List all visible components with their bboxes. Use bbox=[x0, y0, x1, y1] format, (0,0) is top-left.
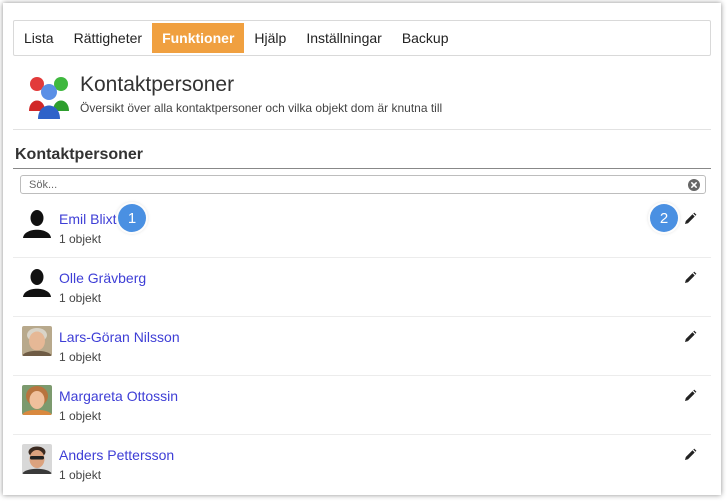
page-title: Kontaktpersoner bbox=[80, 73, 235, 96]
search-box bbox=[20, 175, 706, 194]
photo-avatar-icon bbox=[22, 326, 52, 356]
nav-item-hjalp[interactable]: Hjälp bbox=[244, 21, 296, 55]
list-item: Margareta Ottossin 1 objekt bbox=[13, 376, 711, 435]
people-group-icon bbox=[29, 77, 69, 119]
contact-name-link[interactable]: Emil Blixt bbox=[59, 211, 117, 227]
contact-name-link[interactable]: Olle Grävberg bbox=[59, 270, 146, 286]
pencil-icon[interactable] bbox=[683, 448, 697, 462]
app-window: Lista Rättigheter Funktioner Hjälp Instä… bbox=[3, 3, 721, 495]
nav-item-funktioner[interactable]: Funktioner bbox=[152, 23, 245, 53]
object-count: 1 objekt bbox=[59, 409, 102, 423]
contact-name-link[interactable]: Margareta Ottossin bbox=[59, 388, 178, 404]
page-subtitle: Översikt över alla kontaktpersoner och v… bbox=[80, 101, 443, 115]
photo-avatar-icon bbox=[22, 444, 52, 474]
nav-item-rattigheter[interactable]: Rättigheter bbox=[64, 21, 152, 55]
list-item: Emil Blixt 1 objekt bbox=[13, 199, 711, 258]
object-count: 1 objekt bbox=[59, 350, 102, 364]
silhouette-avatar-icon bbox=[23, 269, 51, 297]
clear-icon[interactable] bbox=[688, 178, 700, 191]
pencil-icon[interactable] bbox=[683, 212, 697, 226]
top-nav: Lista Rättigheter Funktioner Hjälp Instä… bbox=[13, 20, 711, 56]
list-item: Lars-Göran Nilsson 1 objekt bbox=[13, 317, 711, 376]
nav-item-installningar[interactable]: Inställningar bbox=[296, 21, 392, 55]
list-item: Anders Pettersson 1 objekt bbox=[13, 435, 711, 493]
nav-item-backup[interactable]: Backup bbox=[392, 21, 459, 55]
search-input[interactable] bbox=[21, 177, 688, 192]
contact-name-link[interactable]: Lars-Göran Nilsson bbox=[59, 329, 180, 345]
pencil-icon[interactable] bbox=[683, 330, 697, 344]
nav-item-lista[interactable]: Lista bbox=[14, 21, 64, 55]
pencil-icon[interactable] bbox=[683, 271, 697, 285]
section-title: Kontaktpersoner bbox=[15, 146, 144, 163]
object-count: 1 objekt bbox=[59, 468, 102, 482]
callout-badge: 2 bbox=[650, 204, 678, 232]
silhouette-avatar-icon bbox=[23, 210, 51, 238]
pencil-icon[interactable] bbox=[683, 389, 697, 403]
contact-name-link[interactable]: Anders Pettersson bbox=[59, 447, 174, 463]
callout-badge: 1 bbox=[118, 204, 146, 232]
object-count: 1 objekt bbox=[59, 291, 102, 305]
contact-list: Emil Blixt 1 objekt Olle Grävberg 1 obje… bbox=[13, 199, 711, 493]
photo-avatar-icon bbox=[22, 385, 52, 415]
object-count: 1 objekt bbox=[59, 232, 102, 246]
divider bbox=[13, 168, 711, 169]
divider bbox=[13, 129, 711, 130]
list-item: Olle Grävberg 1 objekt bbox=[13, 258, 711, 317]
